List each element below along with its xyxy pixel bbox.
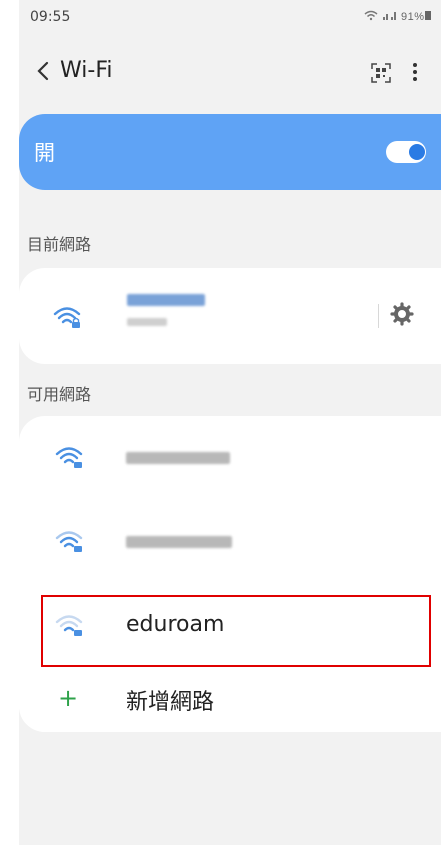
plus-icon: + — [58, 684, 79, 712]
wifi-locked-medium-icon — [55, 531, 83, 552]
network-row[interactable] — [19, 426, 441, 490]
more-options-icon[interactable] — [410, 60, 420, 84]
page-title: Wi-Fi — [60, 58, 113, 83]
current-network-header: 目前網路 — [27, 235, 92, 254]
wifi-toggle-card[interactable]: 開 — [19, 114, 441, 190]
available-networks-header: 可用網路 — [27, 385, 92, 404]
network-name-blurred — [126, 536, 232, 548]
gear-icon[interactable] — [390, 302, 414, 326]
back-arrow-icon[interactable] — [29, 56, 59, 86]
current-network-card[interactable] — [19, 268, 441, 364]
wifi-toggle-label: 開 — [34, 141, 55, 165]
network-name-blurred — [126, 452, 230, 464]
wifi-toggle-switch[interactable] — [386, 141, 426, 163]
status-icons: 91% — [363, 8, 433, 25]
status-time: 09:55 — [30, 9, 71, 25]
screen: 09:55 91% Wi-Fi 開 目前網路 可用網路 eduroam + 新增… — [19, 0, 441, 845]
svg-text:91%: 91% — [401, 11, 425, 22]
status-signal-battery-icon: 91% — [364, 10, 431, 23]
network-row[interactable] — [19, 510, 441, 574]
add-network-label: 新增網路 — [126, 690, 215, 715]
switch-knob — [409, 144, 425, 160]
add-network-row[interactable]: + 新增網路 — [19, 666, 441, 732]
highlight-box — [41, 595, 431, 667]
current-network-name — [127, 294, 205, 306]
app-bar: Wi-Fi — [19, 48, 441, 96]
qr-scan-icon[interactable] — [370, 62, 392, 84]
status-bar: 09:55 91% — [19, 0, 441, 32]
wifi-locked-strong-icon — [55, 447, 83, 468]
current-network-status — [127, 318, 167, 326]
divider — [378, 304, 379, 328]
wifi-locked-icon — [53, 307, 81, 328]
